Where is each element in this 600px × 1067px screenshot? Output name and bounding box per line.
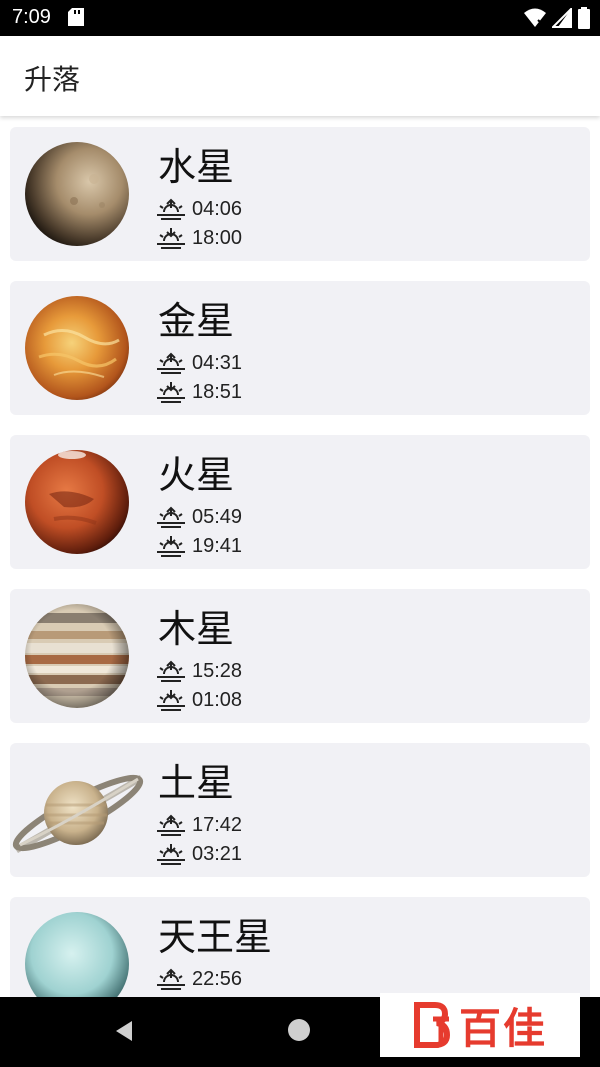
rise-time-row: 04:31 (156, 349, 242, 377)
planet-name: 土星 (158, 761, 235, 805)
sunrise-icon (157, 352, 185, 374)
planet-card-saturn[interactable]: 土星 17:42 03:21 (10, 743, 590, 877)
mercury-image (25, 142, 129, 246)
set-time: 03:21 (192, 842, 243, 865)
rise-time-row: 05:49 (156, 503, 242, 531)
sunset-icon (157, 844, 185, 865)
planet-name: 水星 (158, 145, 235, 189)
rise-time: 05:49 (192, 505, 243, 528)
uranus-image (25, 912, 129, 997)
set-time-row: 18:51 (156, 378, 242, 406)
set-time-row: 01:08 (156, 686, 242, 714)
rise-time-row: 04:06 (156, 195, 242, 223)
rise-time: 04:31 (192, 351, 243, 374)
wifi-icon (524, 8, 546, 27)
sunset-icon (157, 536, 185, 557)
set-time-row: 03:21 (156, 840, 242, 868)
rise-time-row: 15:28 (156, 657, 242, 685)
sunrise-icon (157, 660, 185, 682)
status-bar: 7:09 (0, 0, 600, 36)
status-time: 7:09 (12, 6, 51, 28)
sunset-icon (157, 382, 185, 403)
planet-name: 金星 (158, 299, 235, 343)
set-time-row: 19:41 (156, 532, 242, 560)
rise-time: 22:56 (192, 967, 243, 990)
planet-name: 火星 (158, 453, 235, 497)
rise-time: 17:42 (192, 813, 243, 836)
planet-card-jupiter[interactable]: 木星 15:28 01:08 (10, 589, 590, 723)
planet-card-venus[interactable]: 金星 04:31 18:51 (10, 281, 590, 415)
rise-time-row: 22:56 (156, 965, 242, 993)
planet-name: 木星 (158, 607, 235, 651)
planet-list[interactable]: 水星 04:06 18:00 金星 04:31 18:51 火星 05:49 1… (0, 116, 600, 997)
jupiter-image (25, 604, 129, 708)
home-button[interactable] (288, 1019, 310, 1041)
planet-card-uranus[interactable]: 天王星 22:56 (10, 897, 590, 997)
sunrise-icon (157, 814, 185, 836)
planet-card-mercury[interactable]: 水星 04:06 18:00 (10, 127, 590, 261)
battery-icon (578, 7, 590, 29)
app-bar: 升落 (0, 36, 600, 116)
sunset-icon (157, 690, 185, 711)
rise-time: 04:06 (192, 197, 243, 220)
planet-name: 天王星 (158, 915, 273, 959)
set-time: 18:51 (192, 380, 243, 403)
watermark-logo: 百佳 (380, 993, 580, 1057)
rise-time: 15:28 (192, 659, 243, 682)
saturn-image (12, 774, 144, 853)
sd-card-icon (68, 8, 84, 26)
watermark-mark-icon (413, 1002, 450, 1048)
sunrise-icon (157, 506, 185, 528)
back-icon[interactable] (112, 1019, 136, 1043)
sunrise-icon (157, 198, 185, 220)
rise-time-row: 17:42 (156, 811, 242, 839)
set-time: 19:41 (192, 534, 243, 557)
sunrise-icon (157, 968, 185, 990)
page-title: 升落 (24, 63, 81, 96)
venus-image (25, 296, 129, 400)
mars-image (25, 450, 129, 554)
set-time: 01:08 (192, 688, 243, 711)
set-time-row: 18:00 (156, 224, 242, 252)
sunset-icon (157, 228, 185, 249)
watermark-text: 百佳 (458, 1003, 547, 1053)
signal-icon (552, 8, 572, 28)
set-time: 18:00 (192, 226, 243, 249)
planet-card-mars[interactable]: 火星 05:49 19:41 (10, 435, 590, 569)
